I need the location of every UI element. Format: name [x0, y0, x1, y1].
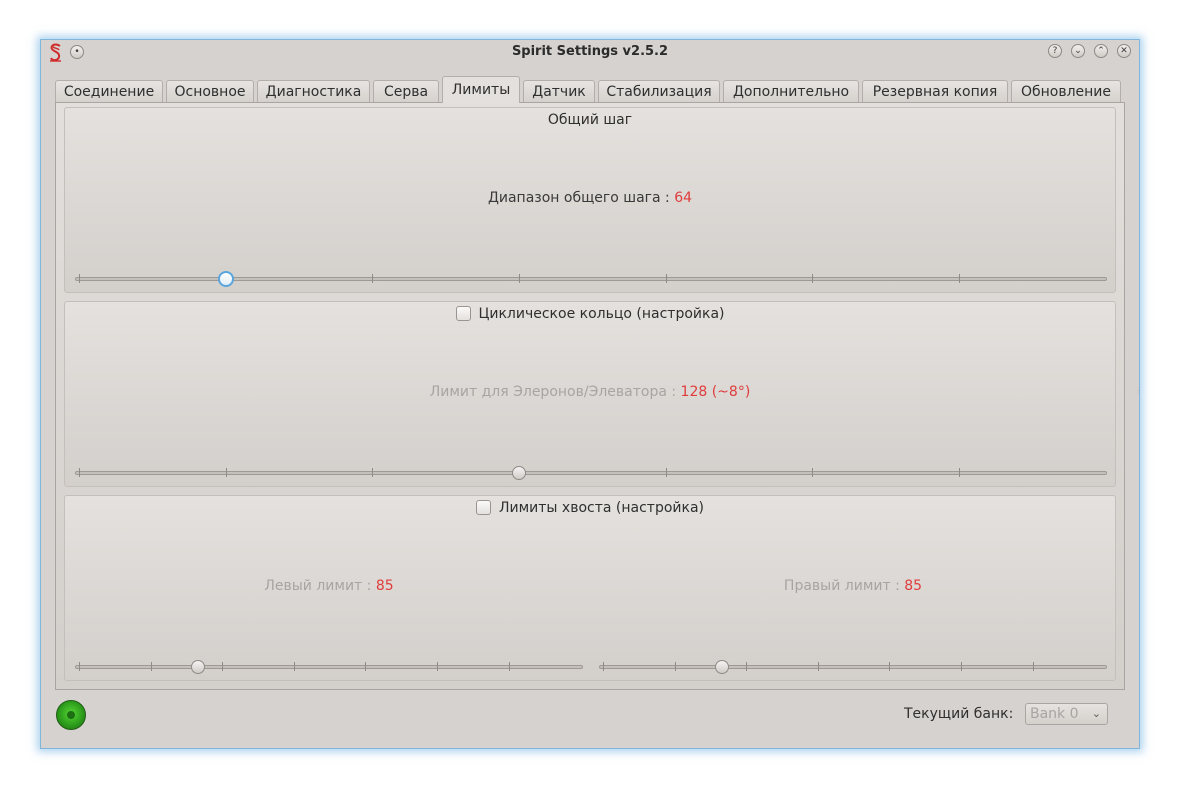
slider-tick [79, 468, 80, 477]
settings-window: • Spirit Settings v2.5.2 ? ⌄ ⌃ ✕ Соедине… [40, 39, 1143, 749]
cyclic-limit-value: 128 (~8°) [680, 384, 751, 400]
left-limit-value: 85 [375, 578, 394, 594]
right-limit-label: Правый лимит : [783, 578, 905, 594]
slider-tick [519, 274, 520, 283]
slider-tick [818, 662, 819, 671]
slider-tick [151, 662, 152, 671]
cyclic-limit-readout: Лимит для Элеронов/Элеватора : 128 (~8°) [65, 384, 1115, 400]
collective-range-value: 64 [674, 190, 693, 206]
tail-limits-checkbox[interactable] [475, 500, 491, 515]
slider-tick [666, 274, 667, 283]
slider-tick [675, 662, 676, 671]
bank-select[interactable]: Bank 0 ⌄ [1025, 703, 1108, 725]
slider-tick [79, 274, 80, 283]
slider-tick [603, 662, 604, 671]
slider-tick [372, 274, 373, 283]
cyclic-ring-checkbox[interactable] [455, 306, 471, 321]
right-limit-slider[interactable] [599, 655, 1107, 679]
slider-track [75, 468, 1107, 477]
collective-range-readout: Диапазон общего шага : 64 [65, 190, 1115, 206]
tab-limits[interactable]: Лимиты [442, 76, 520, 103]
left-limit-readout: Левый лимит : 85 [75, 578, 583, 594]
slider-tick [961, 662, 962, 671]
close-icon[interactable]: ✕ [1117, 44, 1131, 58]
tail-limits-group: Лимиты хвоста (настройка) Левый лимит : … [64, 495, 1116, 681]
help-icon[interactable]: ? [1048, 44, 1062, 58]
title-bar[interactable]: • Spirit Settings v2.5.2 ? ⌄ ⌃ ✕ [41, 40, 1139, 66]
tab-backup[interactable]: Резервная копия [862, 80, 1008, 102]
right-limit-value: 85 [904, 578, 923, 594]
slider-tick [889, 662, 890, 671]
slider-tick [294, 662, 295, 671]
slider-tick [365, 662, 366, 671]
cyclic-limit-slider[interactable] [75, 461, 1107, 485]
collective-title: Общий шаг [547, 112, 633, 128]
tab-general[interactable]: Основное [166, 80, 254, 102]
tab-advanced[interactable]: Дополнительно [723, 80, 859, 102]
slider-handle[interactable] [512, 466, 526, 480]
slider-tick [437, 662, 438, 671]
slider-tick [226, 468, 227, 477]
tab-sensor[interactable]: Датчик [523, 80, 595, 102]
slider-tick [666, 468, 667, 477]
slider-tick [959, 274, 960, 283]
slider-tick [222, 662, 223, 671]
tail-limits-header[interactable]: Лимиты хвоста (настройка) [65, 500, 1115, 516]
resize-grip-icon[interactable]: ⋮ [1135, 386, 1143, 398]
tab-diagnostics[interactable]: Диагностика [257, 80, 370, 102]
left-limit-label: Левый лимит : [264, 578, 376, 594]
cyclic-ring-title: Циклическое кольцо (настройка) [478, 306, 725, 322]
slider-tick [79, 662, 80, 671]
slider-handle[interactable] [218, 271, 234, 287]
maximize-icon[interactable]: ⌃ [1094, 44, 1108, 58]
minimize-icon[interactable]: ⌄ [1071, 44, 1085, 58]
tab-connection[interactable]: Соединение [55, 80, 163, 102]
connection-status-led-icon [56, 700, 86, 730]
collective-range-label: Диапазон общего шага : [487, 190, 675, 206]
tab-update[interactable]: Обновление [1011, 80, 1121, 102]
bank-select-value: Bank 0 [1030, 706, 1079, 722]
cyclic-limit-label: Лимит для Элеронов/Элеватора : [429, 384, 681, 400]
current-bank-label: Текущий банк: [904, 706, 1014, 722]
slider-track [599, 662, 1107, 671]
slider-tick [746, 662, 747, 671]
tail-limits-title: Лимиты хвоста (настройка) [498, 500, 705, 516]
slider-tick [812, 274, 813, 283]
collective-range-slider[interactable] [75, 267, 1107, 291]
slider-handle[interactable] [191, 660, 205, 674]
left-limit-slider[interactable] [75, 655, 583, 679]
slider-tick [1033, 662, 1034, 671]
cyclic-ring-header[interactable]: Циклическое кольцо (настройка) [65, 306, 1115, 322]
slider-track [75, 662, 583, 671]
slider-tick [509, 662, 510, 671]
cyclic-ring-group: Циклическое кольцо (настройка) Лимит для… [64, 301, 1116, 487]
chevron-down-icon: ⌄ [1091, 707, 1101, 720]
collective-group: Общий шаг Диапазон общего шага : 64 [64, 107, 1116, 293]
slider-tick [372, 468, 373, 477]
limits-panel: Общий шаг Диапазон общего шага : 64 Цикл… [55, 102, 1125, 690]
right-limit-readout: Правый лимит : 85 [599, 578, 1107, 594]
slider-handle[interactable] [715, 660, 729, 674]
window-title: Spirit Settings v2.5.2 [511, 44, 669, 59]
tab-servos[interactable]: Серва [373, 80, 439, 102]
slider-tick [812, 468, 813, 477]
slider-tick [959, 468, 960, 477]
tab-stabilization[interactable]: Стабилизация [598, 80, 720, 102]
